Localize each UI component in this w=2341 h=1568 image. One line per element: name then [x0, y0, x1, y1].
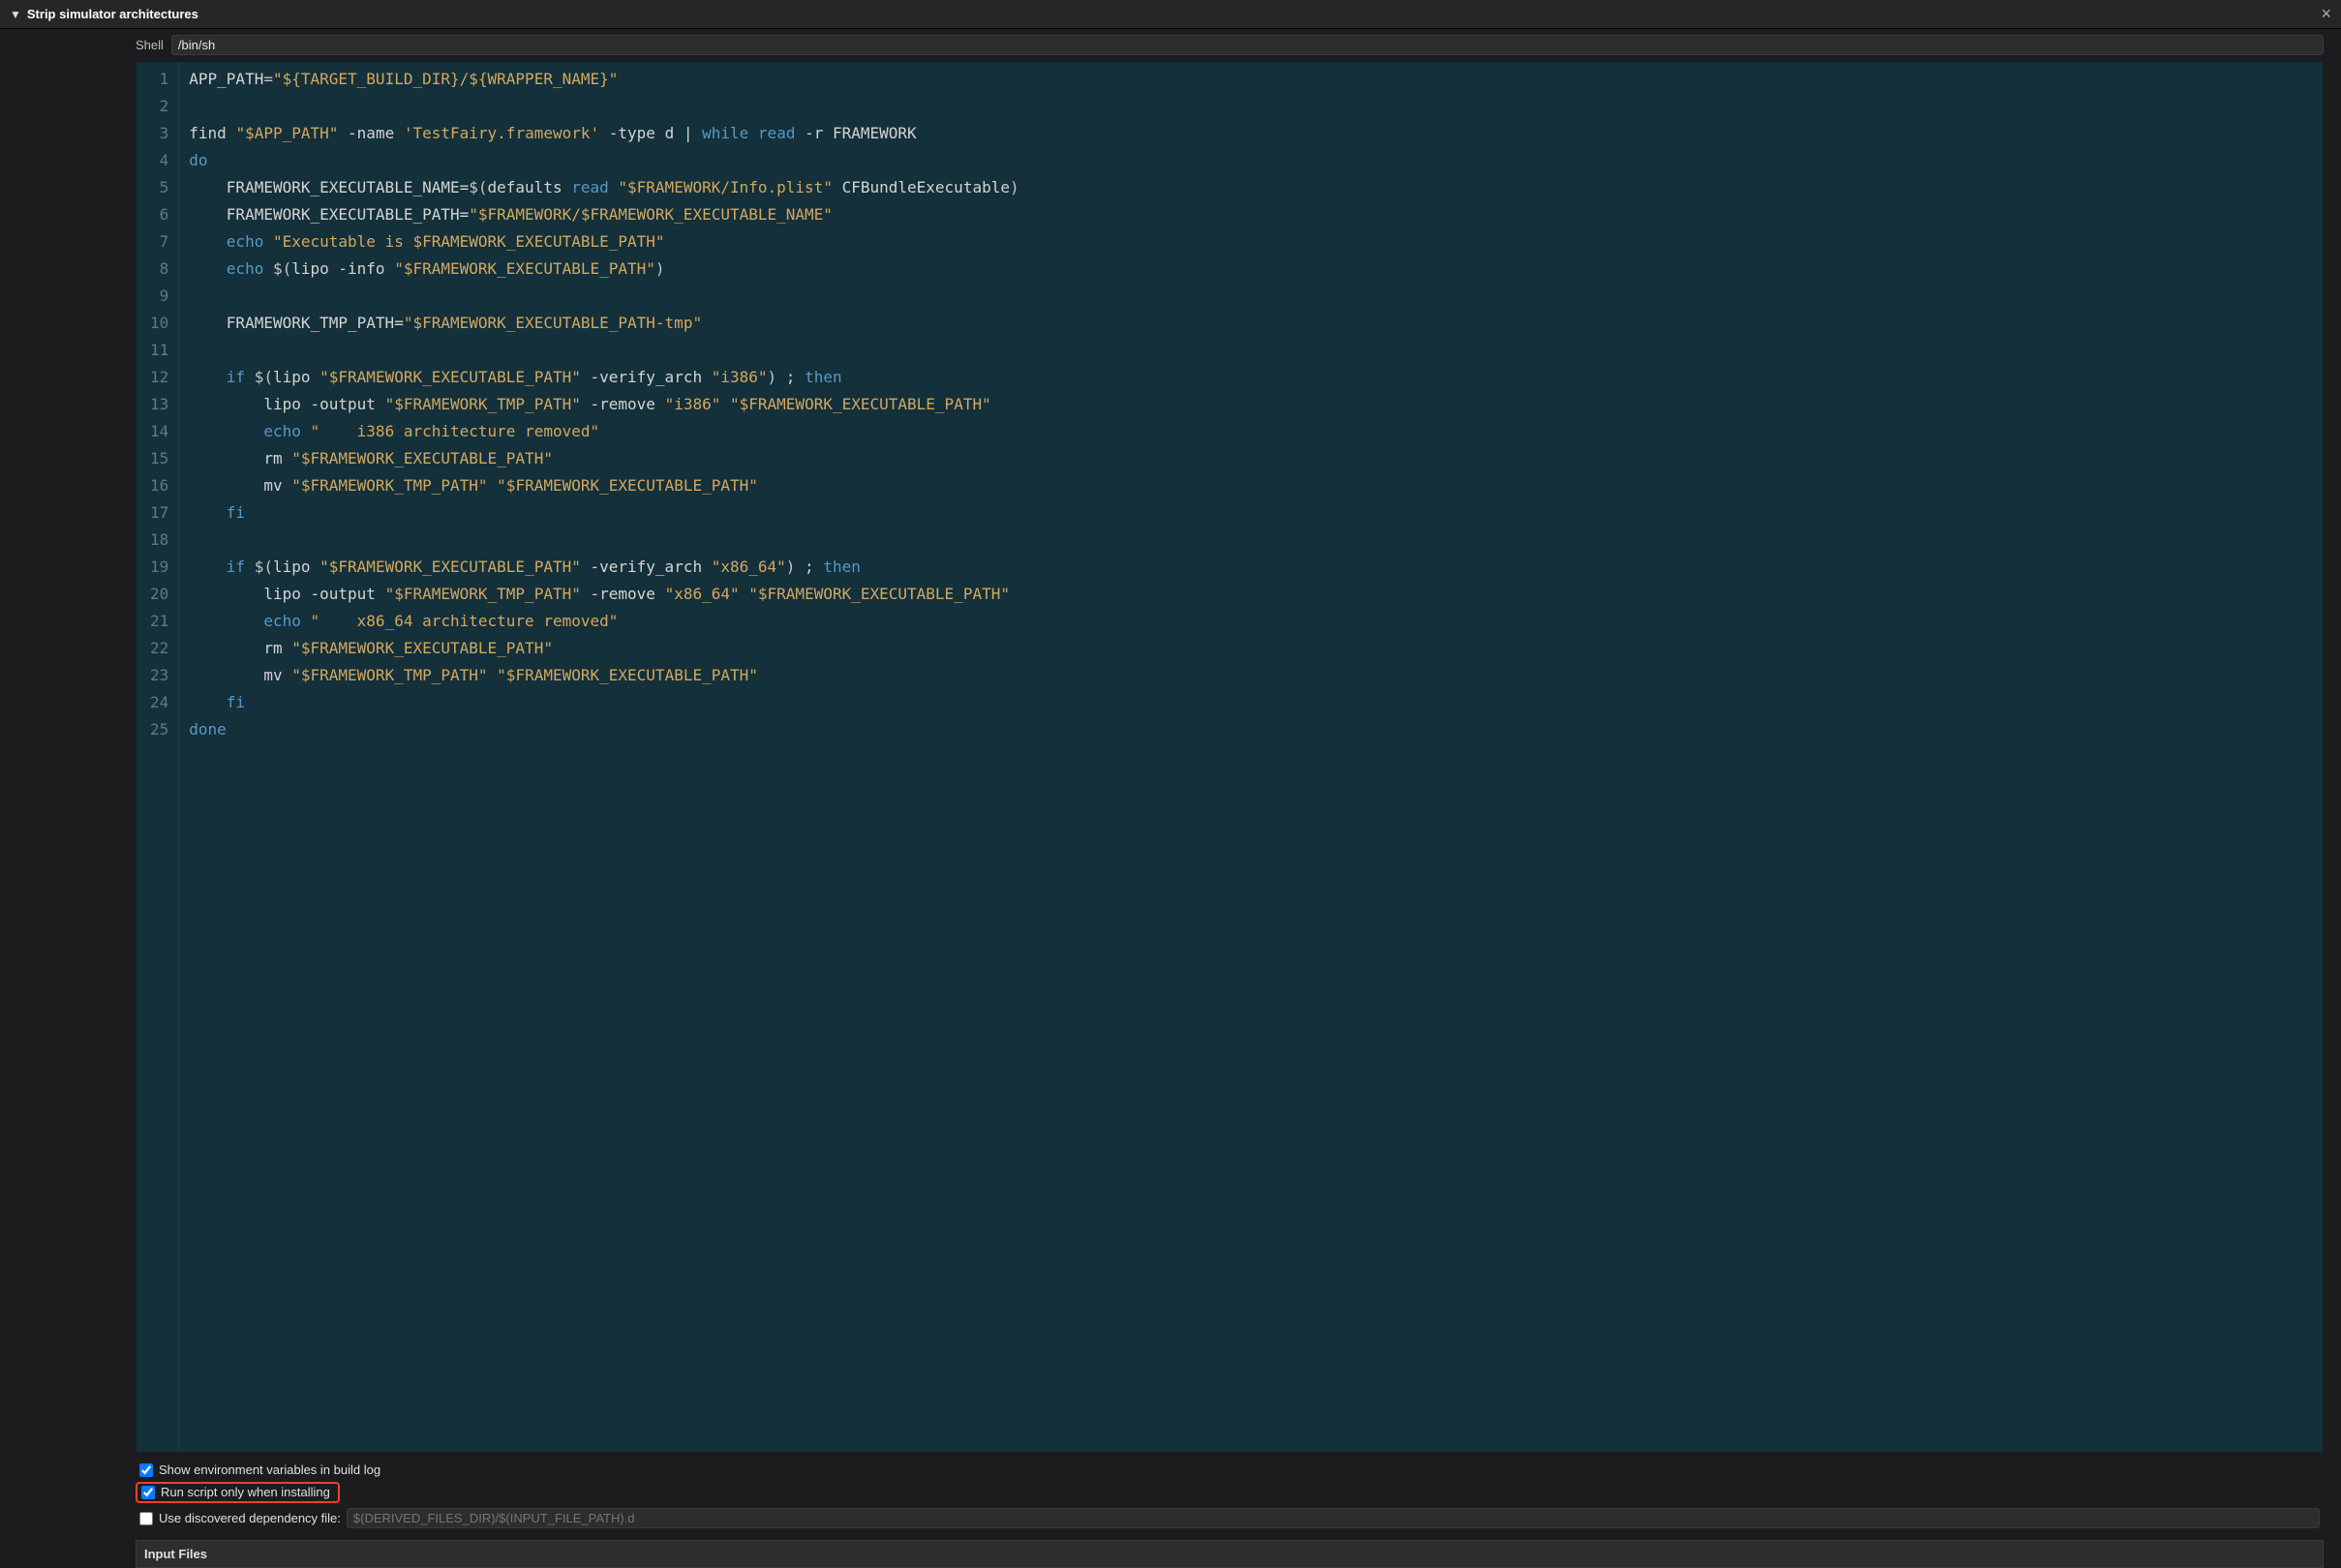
- option-run-install-only[interactable]: Run script only when installing: [139, 1485, 332, 1499]
- option-use-dep-file[interactable]: Use discovered dependency file:: [136, 1506, 2324, 1530]
- code-line[interactable]: echo "Executable is $FRAMEWORK_EXECUTABL…: [189, 228, 2313, 256]
- code-line[interactable]: rm "$FRAMEWORK_EXECUTABLE_PATH": [189, 445, 2313, 472]
- disclosure-triangle-icon[interactable]: ▼: [10, 8, 21, 21]
- code-line[interactable]: lipo -output "$FRAMEWORK_TMP_PATH" -remo…: [189, 581, 2313, 608]
- code-line[interactable]: FRAMEWORK_EXECUTABLE_NAME=$(defaults rea…: [189, 174, 2313, 201]
- code-line[interactable]: fi: [189, 689, 2313, 716]
- label-run-install-only: Run script only when installing: [161, 1485, 330, 1499]
- code-line[interactable]: echo " i386 architecture removed": [189, 418, 2313, 445]
- options-area: Show environment variables in build log …: [136, 1453, 2324, 1540]
- close-icon[interactable]: ×: [2321, 4, 2331, 24]
- checkbox-run-install-only[interactable]: [141, 1486, 155, 1499]
- shell-row: Shell: [136, 29, 2324, 61]
- code-line[interactable]: mv "$FRAMEWORK_TMP_PATH" "$FRAMEWORK_EXE…: [189, 662, 2313, 689]
- code-line[interactable]: echo $(lipo -info "$FRAMEWORK_EXECUTABLE…: [189, 256, 2313, 283]
- option-show-env[interactable]: Show environment variables in build log: [136, 1461, 2324, 1479]
- shell-label: Shell: [136, 38, 164, 52]
- code-line[interactable]: do: [189, 147, 2313, 174]
- code-line[interactable]: FRAMEWORK_TMP_PATH="$FRAMEWORK_EXECUTABL…: [189, 310, 2313, 337]
- label-show-env: Show environment variables in build log: [159, 1462, 380, 1477]
- code-line[interactable]: find "$APP_PATH" -name 'TestFairy.framew…: [189, 120, 2313, 147]
- code-line[interactable]: FRAMEWORK_EXECUTABLE_PATH="$FRAMEWORK/$F…: [189, 201, 2313, 228]
- code-line[interactable]: if $(lipo "$FRAMEWORK_EXECUTABLE_PATH" -…: [189, 554, 2313, 581]
- checkbox-show-env[interactable]: [139, 1463, 153, 1477]
- code-line[interactable]: lipo -output "$FRAMEWORK_TMP_PATH" -remo…: [189, 391, 2313, 418]
- code-line[interactable]: APP_PATH="${TARGET_BUILD_DIR}/${WRAPPER_…: [189, 66, 2313, 93]
- code-line[interactable]: echo " x86_64 architecture removed": [189, 608, 2313, 635]
- shell-input[interactable]: [171, 35, 2324, 55]
- code-line[interactable]: [189, 527, 2313, 554]
- code-line[interactable]: [189, 283, 2313, 310]
- phase-header[interactable]: ▼ Strip simulator architectures ×: [0, 0, 2341, 29]
- highlight-run-install-only: Run script only when installing: [136, 1482, 340, 1503]
- script-code[interactable]: APP_PATH="${TARGET_BUILD_DIR}/${WRAPPER_…: [179, 62, 2323, 1452]
- input-files-header[interactable]: Input Files: [136, 1540, 2324, 1568]
- code-line[interactable]: mv "$FRAMEWORK_TMP_PATH" "$FRAMEWORK_EXE…: [189, 472, 2313, 499]
- script-editor[interactable]: 1234567891011121314151617181920212223242…: [136, 61, 2324, 1453]
- code-line[interactable]: [189, 337, 2313, 364]
- line-gutter: 1234567891011121314151617181920212223242…: [137, 62, 179, 1452]
- code-line[interactable]: fi: [189, 499, 2313, 527]
- checkbox-use-dep-file[interactable]: [139, 1512, 153, 1525]
- code-line[interactable]: if $(lipo "$FRAMEWORK_EXECUTABLE_PATH" -…: [189, 364, 2313, 391]
- code-line[interactable]: [189, 93, 2313, 120]
- label-use-dep-file: Use discovered dependency file:: [159, 1511, 341, 1525]
- dep-file-input[interactable]: [347, 1508, 2320, 1528]
- code-line[interactable]: rm "$FRAMEWORK_EXECUTABLE_PATH": [189, 635, 2313, 662]
- code-line[interactable]: done: [189, 716, 2313, 743]
- phase-title: Strip simulator architectures: [27, 7, 198, 21]
